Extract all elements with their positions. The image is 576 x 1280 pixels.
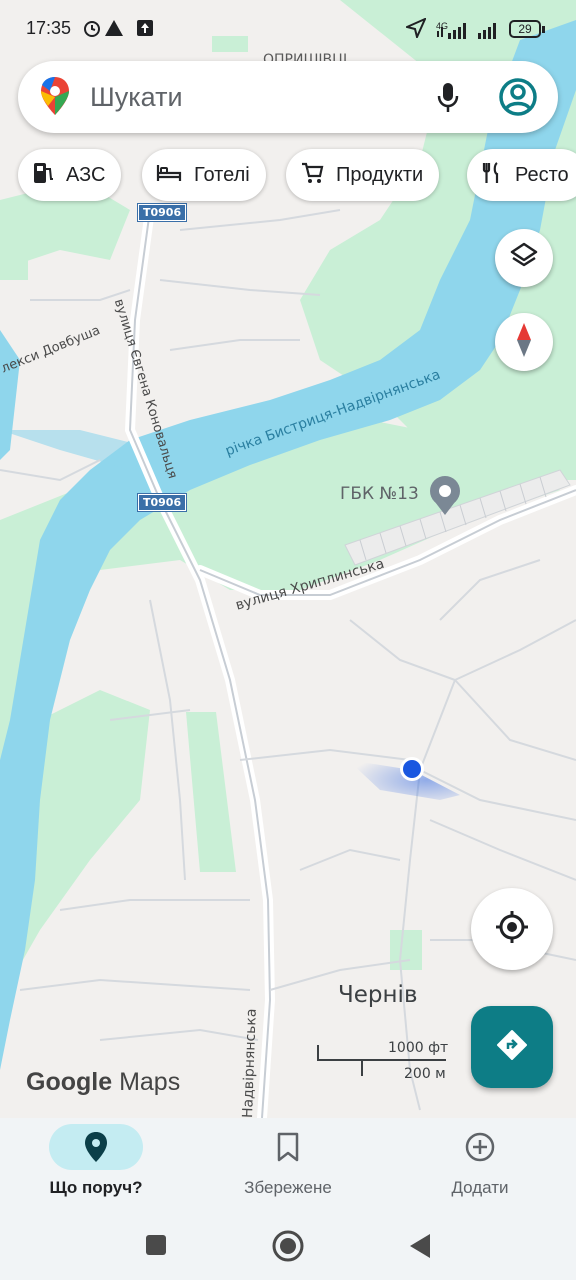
upload-icon (136, 18, 154, 38)
chip-groceries[interactable]: Продукти (286, 149, 440, 201)
chip-restaurants[interactable]: Ресто (467, 149, 576, 201)
status-time: 17:35 (26, 18, 72, 38)
system-navigation-bar (0, 1218, 576, 1280)
road-shield: T0906 (138, 204, 187, 221)
chip-label: АЗС (66, 163, 106, 186)
town-label: Чернів (338, 982, 418, 1008)
location-dot (403, 760, 421, 778)
home-button[interactable] (272, 1230, 304, 1267)
my-location-button[interactable] (471, 888, 553, 970)
chip-gas[interactable]: АЗС (18, 149, 122, 201)
microphone-icon[interactable] (436, 81, 460, 120)
restaurant-icon (481, 161, 503, 190)
bed-icon (156, 163, 182, 188)
warning-icon (104, 18, 124, 38)
signal-icon (436, 20, 470, 40)
google-maps-logo: Google Maps (26, 1068, 180, 1097)
scale-meters: 200 м (404, 1066, 446, 1082)
signal-2-icon (476, 20, 502, 40)
navigation-arrow-icon (406, 18, 426, 38)
maps-wordmark: Maps (119, 1068, 181, 1096)
chip-label: Готелі (194, 163, 250, 186)
bottom-navigation: Що поруч? Збережене Додати (0, 1118, 576, 1218)
layers-button[interactable] (495, 229, 553, 287)
status-bar: 17:35 4G 29 (0, 0, 576, 56)
bookmark-icon (192, 1130, 384, 1164)
battery-icon: 29 (509, 19, 545, 39)
add-circle-icon (384, 1130, 576, 1164)
directions-icon (496, 1029, 528, 1066)
account-icon[interactable] (498, 77, 538, 122)
road-shield: T0906 (138, 494, 187, 511)
compass-button[interactable] (495, 313, 553, 371)
search-input[interactable]: Шукати (90, 82, 183, 113)
nav-contribute[interactable]: Додати (384, 1118, 576, 1218)
nav-label: Що поруч? (49, 1178, 143, 1197)
compass-icon (513, 321, 535, 364)
my-location-icon (494, 909, 530, 950)
scale-feet: 1000 фт (388, 1040, 449, 1056)
gas-station-icon (32, 161, 54, 190)
recents-button[interactable] (145, 1234, 167, 1261)
google-wordmark: Google (26, 1068, 113, 1096)
poi-label[interactable]: ГБК №13 (340, 484, 419, 504)
battery-level: 29 (509, 20, 541, 38)
nav-label: Збережене (244, 1178, 332, 1197)
google-maps-pin-icon (39, 76, 71, 121)
search-bar[interactable]: Шукати (18, 61, 558, 133)
chip-label: Продукти (336, 163, 424, 186)
back-button[interactable] (408, 1233, 432, 1264)
layers-icon (509, 241, 539, 276)
directions-button[interactable] (471, 1006, 553, 1088)
nav-explore[interactable]: Що поруч? (0, 1118, 192, 1218)
location-pin-icon (0, 1130, 192, 1164)
chip-hotels[interactable]: Готелі (142, 149, 266, 201)
alarm-icon (82, 18, 102, 38)
nav-label: Додати (451, 1178, 509, 1197)
nav-saved[interactable]: Збережене (192, 1118, 384, 1218)
cart-icon (300, 161, 324, 190)
chip-label: Ресто (515, 163, 569, 186)
